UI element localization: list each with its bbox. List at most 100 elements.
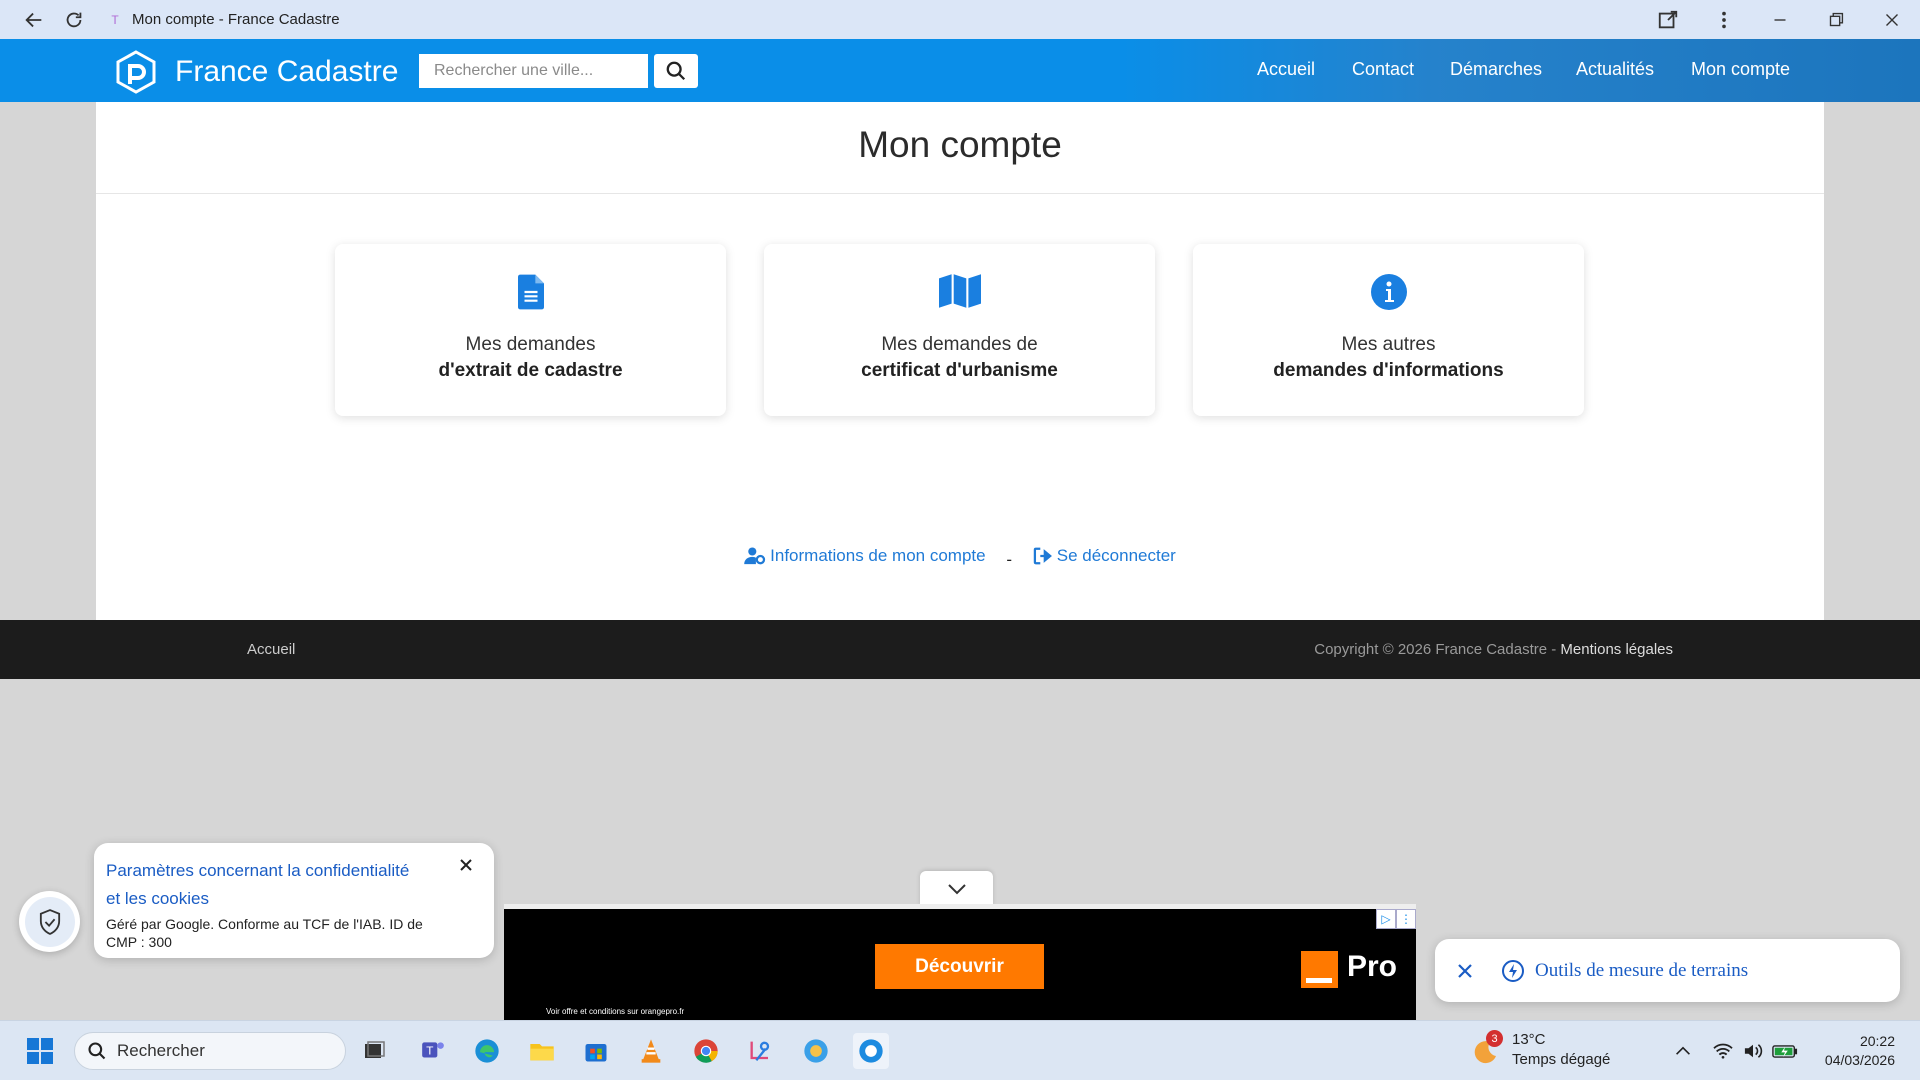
ad-discover-button[interactable]: Découvrir: [875, 944, 1044, 989]
brand-name[interactable]: France Cadastre: [175, 55, 398, 89]
card-line2: certificat d'urbanisme: [861, 360, 1058, 381]
restore-button[interactable]: [1808, 0, 1864, 39]
task-view-icon[interactable]: [356, 1033, 392, 1069]
cookie-consent-popup: Paramètres concernant la confidentialité…: [94, 843, 494, 958]
legal-mentions-link[interactable]: Mentions légales: [1560, 641, 1673, 658]
collapse-ad-button[interactable]: [920, 871, 993, 906]
info-icon: [1370, 274, 1407, 310]
map-icon: [938, 274, 981, 308]
search-icon: [666, 61, 686, 81]
minimize-icon: [1774, 18, 1786, 21]
ad-menu-icon[interactable]: ⋮: [1396, 909, 1416, 929]
volume-icon[interactable]: [1735, 1033, 1771, 1069]
taskbar-search[interactable]: Rechercher: [74, 1032, 346, 1070]
card-line2: d'extrait de cadastre: [438, 360, 623, 381]
orange-logo-icon: [1301, 951, 1338, 988]
nav-mon-compte[interactable]: Mon compte: [1691, 59, 1790, 80]
cookie-title-link[interactable]: Paramètres concernant la confidentialité…: [106, 857, 426, 913]
ad-brand: Pro: [1347, 950, 1398, 983]
reload-button[interactable]: [54, 0, 94, 39]
back-arrow-icon: [25, 12, 42, 27]
orange-pro-ad[interactable]: Découvrir Pro Voir offre et conditions s…: [504, 904, 1416, 1020]
cookie-text: Géré par Google. Conforme au TCF de l'IA…: [106, 916, 423, 950]
measuring-tools-label: Outils de mesure de terrains: [1535, 959, 1749, 981]
more-menu-button[interactable]: [1696, 0, 1752, 39]
taskbar-search-label: Rechercher: [117, 1041, 205, 1060]
reload-icon: [66, 12, 82, 27]
close-icon: [1886, 13, 1898, 26]
chevron-up-icon[interactable]: [1665, 1033, 1701, 1069]
system-clock[interactable]: 20:22 04/03/2026: [1825, 1032, 1895, 1070]
city-search-input[interactable]: [419, 54, 648, 88]
search-icon: [88, 1042, 106, 1060]
france-cadastre-logo-icon[interactable]: [114, 50, 158, 94]
account-info-label: Informations de mon compte: [770, 546, 986, 565]
close-icon[interactable]: [1455, 961, 1475, 981]
weather-description: Temps dégagé: [1512, 1051, 1611, 1068]
search-button[interactable]: [654, 54, 698, 88]
links-separator: -: [1006, 550, 1013, 569]
vlc-icon[interactable]: [633, 1033, 669, 1069]
footer-copyright: Copyright © 2026 France Cadastre - Menti…: [1314, 641, 1673, 658]
edge-icon[interactable]: [469, 1033, 505, 1069]
logout-link[interactable]: Se déconnecter: [1033, 546, 1176, 566]
card-certificat-urbanisme[interactable]: Mes demandes de certificat d'urbanisme: [764, 244, 1155, 416]
browser-titlebar: T Mon compte - France Cadastre: [0, 0, 1920, 39]
tab-favicon: T: [111, 12, 119, 27]
card-autres-demandes[interactable]: Mes autres demandes d'informations: [1193, 244, 1584, 416]
account-info-link[interactable]: Informations de mon compte: [744, 546, 986, 566]
open-external-button[interactable]: [1640, 0, 1696, 39]
weather-temperature: 13°C: [1512, 1031, 1546, 1048]
tab-title: Mon compte - France Cadastre: [132, 11, 340, 28]
nav-accueil[interactable]: Accueil: [1257, 59, 1315, 80]
card-line1: Mes demandes de: [881, 334, 1038, 355]
weather-alert-badge: 3: [1486, 1030, 1503, 1047]
bolt-circle-icon: [1502, 959, 1524, 982]
nav-contact[interactable]: Contact: [1352, 59, 1414, 80]
chevron-down-icon: [947, 883, 966, 894]
card-extrait-cadastre[interactable]: Mes demandes d'extrait de cadastre: [335, 244, 726, 416]
measuring-tools-banner[interactable]: Outils de mesure de terrains: [1435, 939, 1900, 1002]
card-line1: Mes autres: [1341, 334, 1436, 355]
page-title: Mon compte: [858, 124, 1062, 165]
main-content: Mon compte Mes demandes d'extrait de cad…: [96, 102, 1824, 620]
ad-conditions: Voir offre et conditions sur orangepro.f…: [546, 1007, 685, 1016]
battery-charging-icon[interactable]: [1767, 1033, 1803, 1069]
minimize-button[interactable]: [1752, 0, 1808, 39]
account-links: Informations de mon compte - Se déconnec…: [96, 546, 1824, 570]
card-line1: Mes demandes: [465, 334, 596, 355]
store-icon[interactable]: [578, 1033, 614, 1069]
site-footer: Accueil Copyright © 2026 France Cadastre…: [0, 620, 1920, 679]
close-icon[interactable]: [458, 857, 474, 873]
start-button[interactable]: [22, 1033, 58, 1069]
file-explorer-icon[interactable]: [524, 1033, 560, 1069]
active-app-icon[interactable]: [853, 1033, 889, 1069]
footer-home-link[interactable]: Accueil: [247, 641, 295, 658]
privacy-settings-button[interactable]: [19, 891, 80, 952]
clock-time: 20:22: [1859, 1033, 1895, 1049]
logout-label: Se déconnecter: [1056, 546, 1176, 565]
adchoices-icon[interactable]: ▷: [1376, 909, 1396, 929]
logout-icon: [1033, 547, 1052, 565]
back-button[interactable]: [14, 0, 54, 39]
clock-date: 04/03/2026: [1824, 1052, 1895, 1068]
teams-icon[interactable]: T: [415, 1033, 451, 1069]
windows-taskbar: Rechercher T 3 13°C Temps dégagé 20:22 0…: [0, 1020, 1920, 1080]
svg-text:T: T: [426, 1044, 434, 1057]
shield-check-icon: [39, 908, 60, 935]
kebab-menu-icon: [1722, 11, 1726, 28]
open-external-icon: [1658, 10, 1678, 28]
nav-actualites[interactable]: Actualités: [1576, 59, 1654, 80]
copyright-text: Copyright © 2026 France Cadastre -: [1314, 641, 1561, 658]
app-circle-icon[interactable]: [798, 1033, 834, 1069]
chrome-icon[interactable]: [688, 1033, 724, 1069]
card-line2: demandes d'informations: [1273, 360, 1504, 381]
title-divider: [96, 193, 1824, 194]
nav-demarches[interactable]: Démarches: [1450, 59, 1542, 80]
user-cog-icon: [744, 547, 766, 565]
document-icon: [517, 274, 544, 310]
snipping-tool-icon[interactable]: [743, 1033, 779, 1069]
windows-logo-icon: [27, 1038, 53, 1064]
restore-icon: [1829, 12, 1844, 26]
close-window-button[interactable]: [1864, 0, 1920, 39]
